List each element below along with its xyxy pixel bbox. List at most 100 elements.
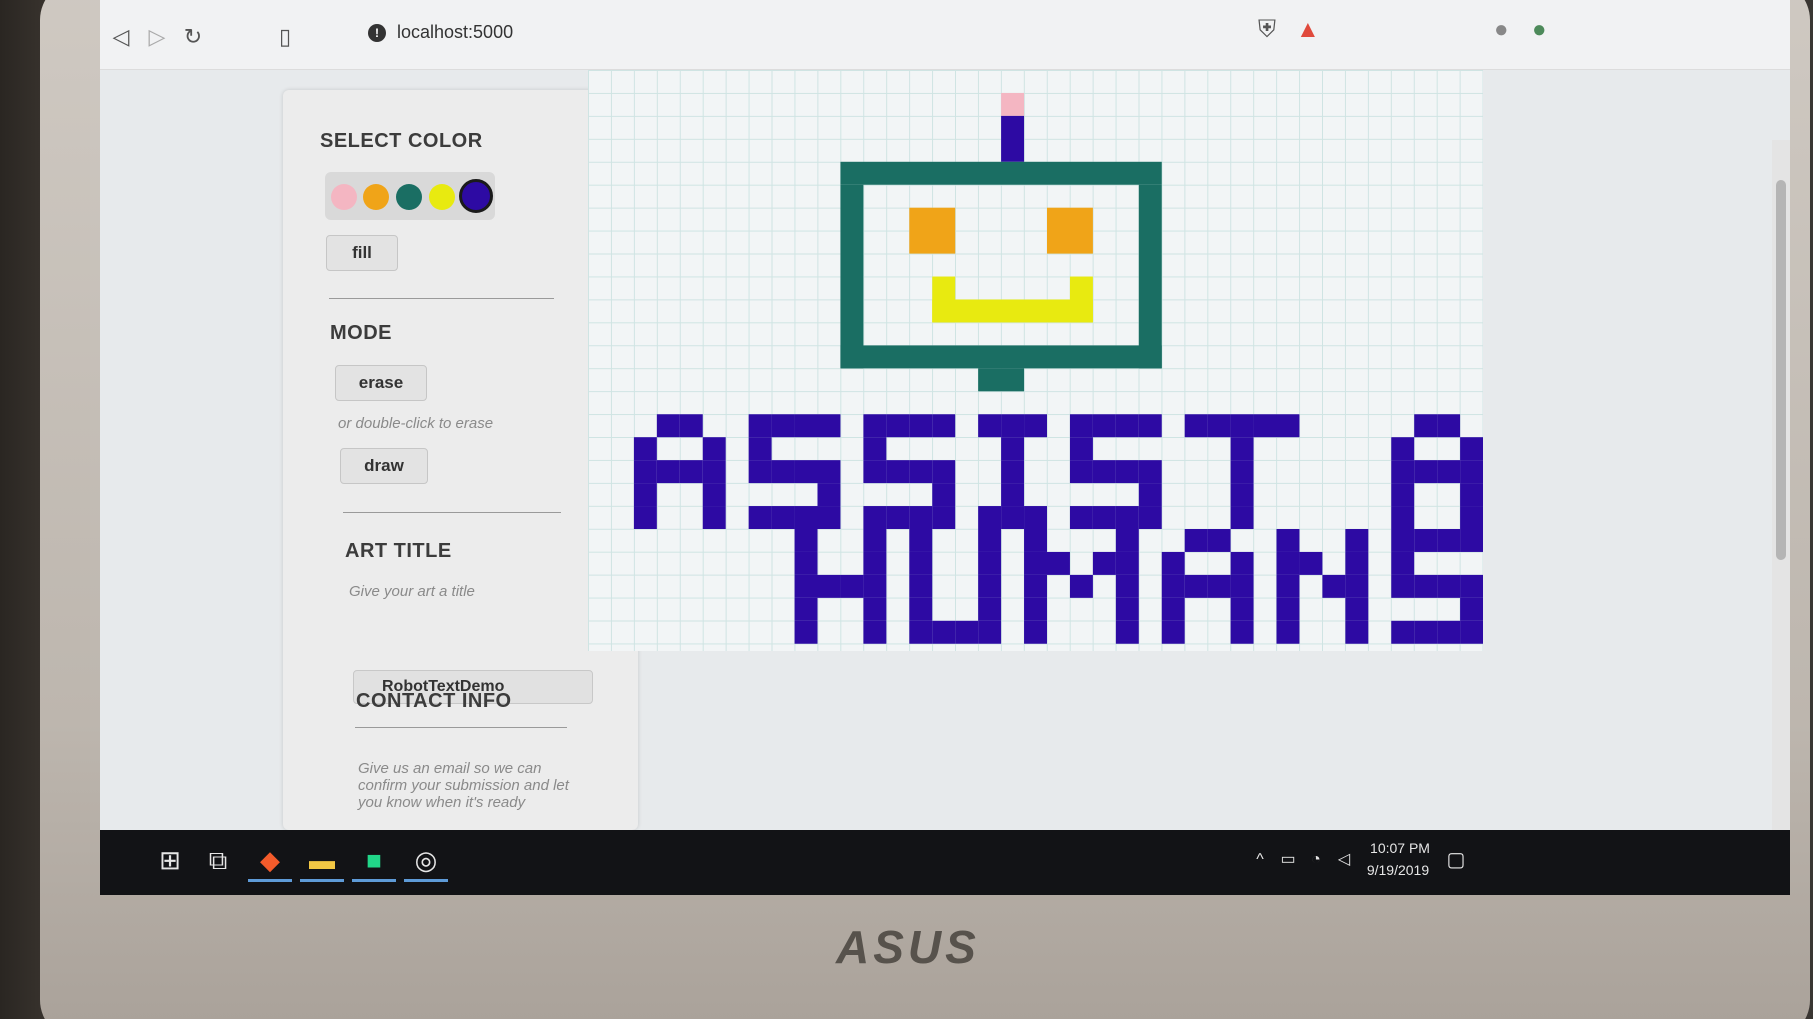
text-pixel-line-1 (1391, 483, 1415, 507)
robot-neck (978, 368, 1025, 392)
text-pixel-line-2 (1115, 597, 1139, 621)
pixel-canvas[interactable] (588, 70, 1483, 651)
color-swatch-orange[interactable] (363, 184, 389, 210)
laptop-screen: ◁ ▷ ↻ ▯ ! localhost:5000 ⛨ ▲ ● ● SELECT … (100, 0, 1790, 895)
text-pixel-line-1 (1138, 506, 1162, 529)
text-pixel-line-1 (1230, 437, 1254, 461)
antenna-tip (1001, 92, 1025, 116)
reload-icon[interactable]: ↻ (178, 22, 208, 52)
text-pixel-line-2 (1276, 551, 1300, 575)
text-pixel-line-1 (1207, 414, 1231, 438)
text-pixel-line-2 (1115, 620, 1139, 644)
clock-date[interactable]: 9/19/2019 (1358, 862, 1438, 878)
notifications-icon[interactable]: ▢ (1434, 838, 1478, 882)
select-color-heading: SELECT COLOR (320, 130, 483, 152)
text-pixel-line-2 (909, 529, 933, 552)
color-swatch-indigo[interactable] (459, 179, 493, 213)
pycharm-icon[interactable]: ■ (352, 838, 396, 882)
text-pixel-line-1 (886, 414, 910, 438)
text-pixel-line-1 (1391, 506, 1415, 529)
file-explorer-icon[interactable]: ▬ (300, 838, 344, 882)
text-pixel-line-1 (932, 460, 956, 484)
brave-shield-icon[interactable]: ⛨ (1258, 16, 1276, 44)
text-pixel-line-1 (1460, 437, 1483, 461)
page-content: SELECT COLOR fill MODE erase or double-c… (100, 70, 1790, 895)
task-view-icon[interactable]: ⧉ (196, 838, 240, 882)
text-pixel-line-2 (909, 574, 933, 598)
text-pixel-line-2 (1345, 551, 1369, 575)
color-swatch-pink[interactable] (331, 184, 357, 210)
text-pixel-line-2 (863, 574, 887, 598)
text-pixel-line-1 (1276, 414, 1300, 438)
text-pixel-line-2 (978, 620, 1002, 644)
text-pixel-line-1 (794, 414, 818, 438)
fill-button[interactable]: fill (326, 235, 398, 271)
address-bar[interactable]: localhost:5000 (397, 22, 513, 43)
text-pixel-line-1 (702, 437, 726, 461)
text-pixel-line-2 (1276, 529, 1300, 552)
windows-start-icon[interactable]: ⊞ (148, 838, 192, 882)
text-pixel-line-1 (771, 506, 795, 529)
color-swatch-yellow[interactable] (429, 184, 455, 210)
text-pixel-line-1 (909, 506, 933, 529)
text-pixel-line-2 (1115, 529, 1139, 552)
text-pixel-line-1 (1253, 414, 1277, 438)
scroll-thumb[interactable] (1776, 180, 1786, 560)
text-pixel-line-2 (1460, 529, 1483, 552)
erase-button[interactable]: erase (335, 365, 427, 401)
text-pixel-line-2 (863, 597, 887, 621)
text-pixel-line-1 (1115, 460, 1139, 484)
color-swatch-teal[interactable] (396, 184, 422, 210)
robot-head (840, 161, 1162, 185)
back-icon[interactable]: ◁ (106, 22, 136, 52)
brave-rewards-icon[interactable]: ▲ (1296, 16, 1320, 44)
text-pixel-line-1 (748, 460, 772, 484)
app-icon[interactable]: ◎ (404, 838, 448, 882)
brave-browser-icon[interactable]: ◆ (248, 838, 292, 882)
text-pixel-line-1 (886, 460, 910, 484)
forward-icon[interactable]: ▷ (142, 22, 172, 52)
site-info-icon[interactable]: ! (368, 24, 386, 42)
text-pixel-line-1 (863, 437, 887, 461)
text-pixel-line-1 (633, 460, 657, 484)
text-pixel-line-2 (978, 529, 1002, 552)
divider (329, 298, 554, 299)
text-pixel-line-2 (955, 620, 979, 644)
text-pixel-line-1 (1024, 414, 1047, 438)
text-pixel-line-1 (886, 506, 910, 529)
text-pixel-line-1 (932, 414, 956, 438)
text-pixel-line-2 (1460, 574, 1483, 598)
text-pixel-line-2 (794, 597, 818, 621)
text-pixel-line-2 (840, 574, 864, 598)
text-pixel-line-1 (1460, 483, 1483, 507)
text-pixel-line-1 (1391, 437, 1415, 461)
text-pixel-line-1 (1001, 414, 1025, 438)
text-pixel-line-1 (633, 483, 657, 507)
text-pixel-line-1 (633, 506, 657, 529)
text-pixel-line-1 (863, 506, 887, 529)
text-pixel-line-1 (1092, 506, 1116, 529)
text-pixel-line-1 (863, 414, 887, 438)
text-pixel-line-2 (1414, 529, 1438, 552)
text-pixel-line-1 (1069, 414, 1093, 438)
text-pixel-line-2 (978, 597, 1002, 621)
text-pixel-line-2 (1207, 529, 1231, 552)
art-title-heading: ART TITLE (345, 540, 452, 562)
page-scrollbar[interactable] (1772, 140, 1790, 895)
text-pixel-line-2 (978, 574, 1002, 598)
text-pixel-line-2 (1115, 551, 1139, 575)
profile-icon[interactable]: ● (1494, 16, 1509, 44)
text-pixel-line-2 (794, 620, 818, 644)
clock-time[interactable]: 10:07 PM (1360, 840, 1440, 856)
robot-mouth (932, 299, 1093, 323)
draw-button[interactable]: draw (340, 448, 428, 484)
extension-icon[interactable]: ● (1532, 16, 1547, 44)
text-pixel-line-1 (978, 506, 1002, 529)
text-pixel-line-1 (1092, 460, 1116, 484)
text-pixel-line-2 (1024, 529, 1047, 552)
text-pixel-line-2 (1161, 620, 1185, 644)
bookmark-icon[interactable]: ▯ (270, 22, 300, 52)
text-pixel-line-1 (702, 506, 726, 529)
text-pixel-line-1 (748, 506, 772, 529)
text-pixel-line-2 (794, 574, 818, 598)
